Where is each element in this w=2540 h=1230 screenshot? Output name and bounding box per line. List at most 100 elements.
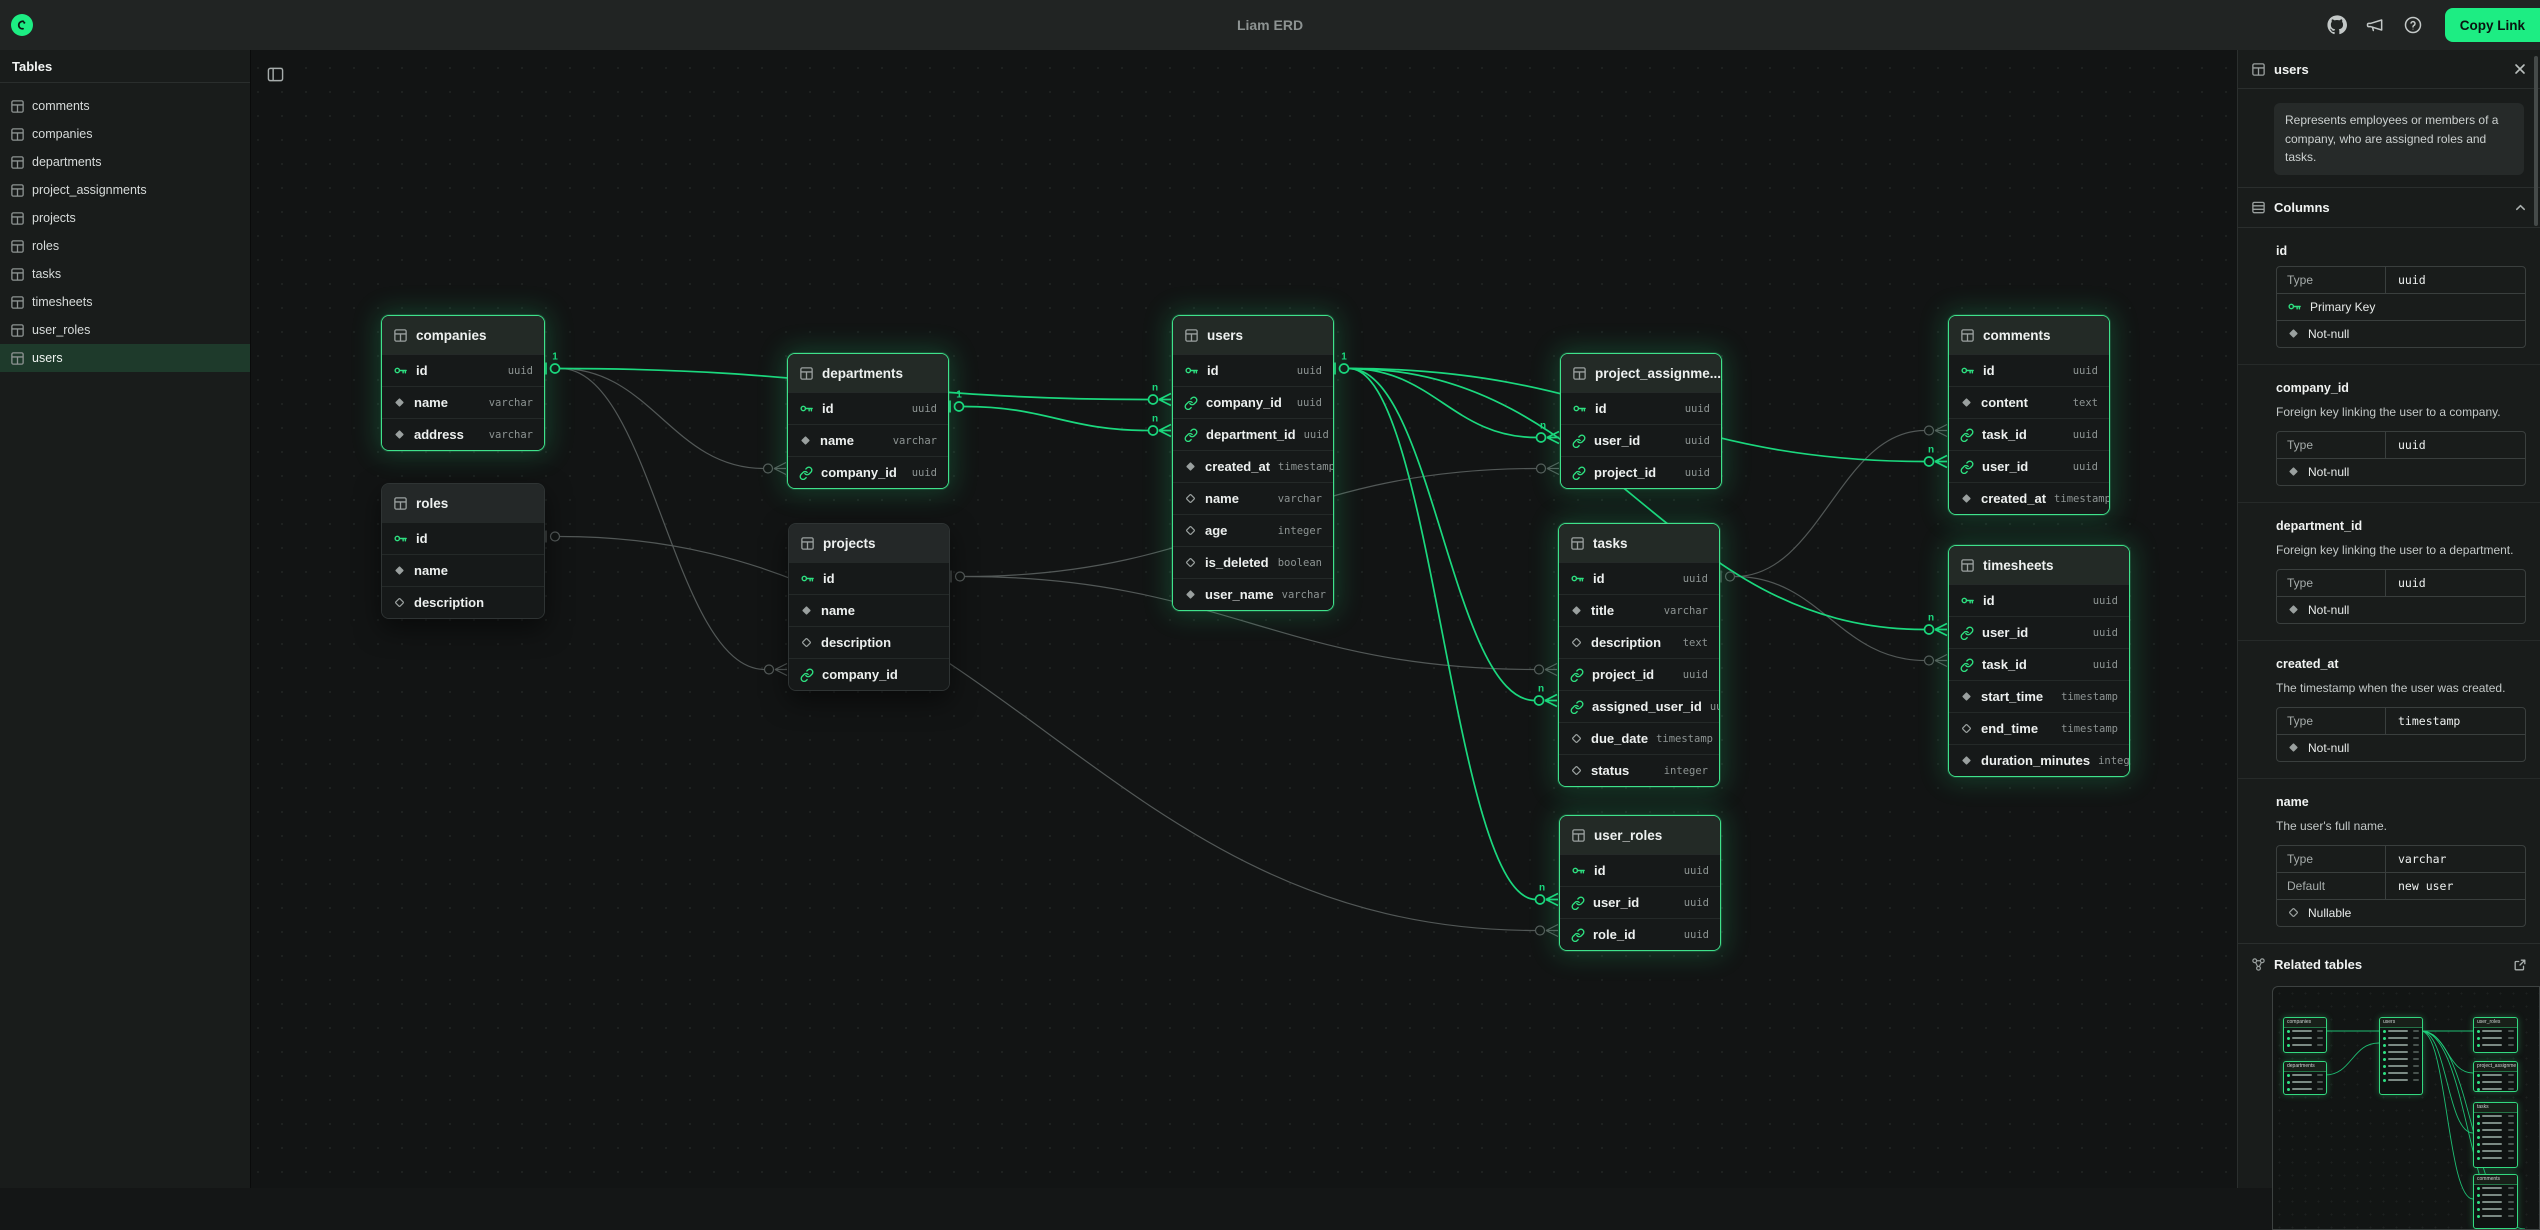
table-node-tasks[interactable]: tasksiduuidtitlevarchardescriptiontextpr… [1558,523,1720,787]
sidebar-item-user_roles[interactable]: user_roles [0,316,250,344]
column-row-id[interactable]: iduuid [1560,854,1720,886]
table-node-header[interactable]: departments [788,354,948,392]
sidebar-item-users[interactable]: users [0,344,250,372]
column-row-task_id[interactable]: task_iduuid [1949,648,2129,680]
column-row-id[interactable]: iduuid [1561,392,1721,424]
table-node-project_assignments[interactable]: project_assignme...iduuiduser_iduuidproj… [1560,353,1722,489]
copy-link-button[interactable]: Copy Link [2445,8,2540,42]
minimap-table-user_roles: user_roles [2473,1017,2518,1053]
column-row-name[interactable]: namevarchar [788,424,948,456]
sidebar-item-label: user_roles [32,323,90,337]
sidebar-item-tasks[interactable]: tasks [0,260,250,288]
sidebar-item-comments[interactable]: comments [0,92,250,120]
column-name: id [2276,244,2526,258]
column-row-user_id[interactable]: user_iduuid [1949,450,2109,482]
sidebar-item-project_assignments[interactable]: project_assignments [0,176,250,204]
table-node-user_roles[interactable]: user_rolesiduuiduser_iduuidrole_iduuid [1559,815,1721,951]
diamond-outline-icon [1184,556,1197,569]
column-row-end_time[interactable]: end_timetimestamp [1949,712,2129,744]
column-row-user_id[interactable]: user_iduuid [1560,886,1720,918]
related-tables-minimap[interactable]: companiesdepartmentsusersuser_rolesproje… [2272,986,2540,1230]
sidebar-item-companies[interactable]: companies [0,120,250,148]
column-row-is_deleted[interactable]: is_deletedboolean [1173,546,1333,578]
sidebar-list: commentscompaniesdepartmentsproject_assi… [0,83,250,372]
column-row-project_id[interactable]: project_iduuid [1561,456,1721,488]
column-row-company_id[interactable]: company_iduuid [1173,386,1333,418]
table-node-header[interactable]: timesheets [1949,546,2129,584]
column-row-id[interactable]: id [789,562,949,594]
column-row-age[interactable]: ageinteger [1173,514,1333,546]
column-row-name[interactable]: namevarchar [382,386,544,418]
column-row-project_id[interactable]: project_iduuid [1559,658,1719,690]
table-node-header[interactable]: tasks [1559,524,1719,562]
column-row-task_id[interactable]: task_iduuid [1949,418,2109,450]
github-icon[interactable] [2325,13,2349,37]
column-row-status[interactable]: statusinteger [1559,754,1719,786]
diamond-outline-icon [1570,636,1583,649]
table-node-roles[interactable]: rolesidnamedescription [381,483,545,619]
table-node-projects[interactable]: projectsidnamedescriptioncompany_id [788,523,950,691]
column-row-name[interactable]: namevarchar [1173,482,1333,514]
column-row-created_at[interactable]: created_attimestamp [1173,450,1333,482]
app-header: Liam ERD Copy Link [0,0,2540,50]
table-node-users[interactable]: usersiduuidcompany_iduuiddepartment_iduu… [1172,315,1334,611]
column-row-id[interactable]: iduuid [1173,354,1333,386]
sidebar-toggle-icon[interactable] [263,62,287,86]
sidebar-item-projects[interactable]: projects [0,204,250,232]
panel-scrollbar[interactable] [2534,56,2538,226]
link-icon [1570,700,1584,714]
sidebar-item-departments[interactable]: departments [0,148,250,176]
link-icon [1570,668,1584,682]
column-row-id[interactable]: iduuid [1559,562,1719,594]
column-row-description[interactable]: descriptiontext [1559,626,1719,658]
table-node-header[interactable]: companies [382,316,544,354]
sidebar-item-roles[interactable]: roles [0,232,250,260]
column-row-title[interactable]: titlevarchar [1559,594,1719,626]
related-tables-title: Related tables [2274,957,2362,972]
column-row-company_id[interactable]: company_iduuid [788,456,948,488]
close-icon[interactable] [2513,62,2527,76]
column-row-name[interactable]: name [382,554,544,586]
table-node-comments[interactable]: commentsiduuidcontenttexttask_iduuiduser… [1948,315,2110,515]
column-row-department_id[interactable]: department_iduuid [1173,418,1333,450]
column-row-id[interactable]: iduuid [788,392,948,424]
link-icon [1960,658,1974,672]
column-row-id[interactable]: iduuid [1949,354,2109,386]
table-node-header[interactable]: projects [789,524,949,562]
column-row-description[interactable]: description [382,586,544,618]
table-node-timesheets[interactable]: timesheetsiduuiduser_iduuidtask_iduuidst… [1948,545,2130,777]
column-row-id[interactable]: iduuid [1949,584,2129,616]
column-row-name[interactable]: name [789,594,949,626]
table-node-departments[interactable]: departmentsiduuidnamevarcharcompany_iduu… [787,353,949,489]
svg-text:n: n [1928,445,1934,456]
column-row-description[interactable]: description [789,626,949,658]
column-row-id[interactable]: id [382,522,544,554]
table-node-header[interactable]: project_assignme... [1561,354,1721,392]
column-row-user_id[interactable]: user_iduuid [1949,616,2129,648]
link-icon [1960,626,1974,640]
table-node-header[interactable]: roles [382,484,544,522]
table-node-companies[interactable]: companiesiduuidnamevarcharaddressvarchar [381,315,545,451]
column-row-assigned_user_id[interactable]: assigned_user_iduuid [1559,690,1719,722]
column-row-due_date[interactable]: due_datetimestamp [1559,722,1719,754]
announcements-megaphone-icon[interactable] [2363,13,2387,37]
sidebar-item-timesheets[interactable]: timesheets [0,288,250,316]
column-row-address[interactable]: addressvarchar [382,418,544,450]
table-node-header[interactable]: user_roles [1560,816,1720,854]
column-row-user_name[interactable]: user_namevarchar [1173,578,1333,610]
column-row-role_id[interactable]: role_iduuid [1560,918,1720,950]
column-row-start_time[interactable]: start_timetimestamp [1949,680,2129,712]
table-node-header[interactable]: users [1173,316,1333,354]
column-row-company_id[interactable]: company_id [789,658,949,690]
column-row-content[interactable]: contenttext [1949,386,2109,418]
column-row-id[interactable]: iduuid [382,354,544,386]
diamond-icon [1960,492,1973,505]
column-row-user_id[interactable]: user_iduuid [1561,424,1721,456]
expand-icon[interactable] [2513,958,2527,972]
table-node-header[interactable]: comments [1949,316,2109,354]
link-icon [1960,460,1974,474]
help-icon[interactable] [2401,13,2425,37]
column-row-duration_minutes[interactable]: duration_minutesinteger [1949,744,2129,776]
column-row-created_at[interactable]: created_attimestamp [1949,482,2109,514]
chevron-up-icon[interactable] [2514,201,2527,214]
